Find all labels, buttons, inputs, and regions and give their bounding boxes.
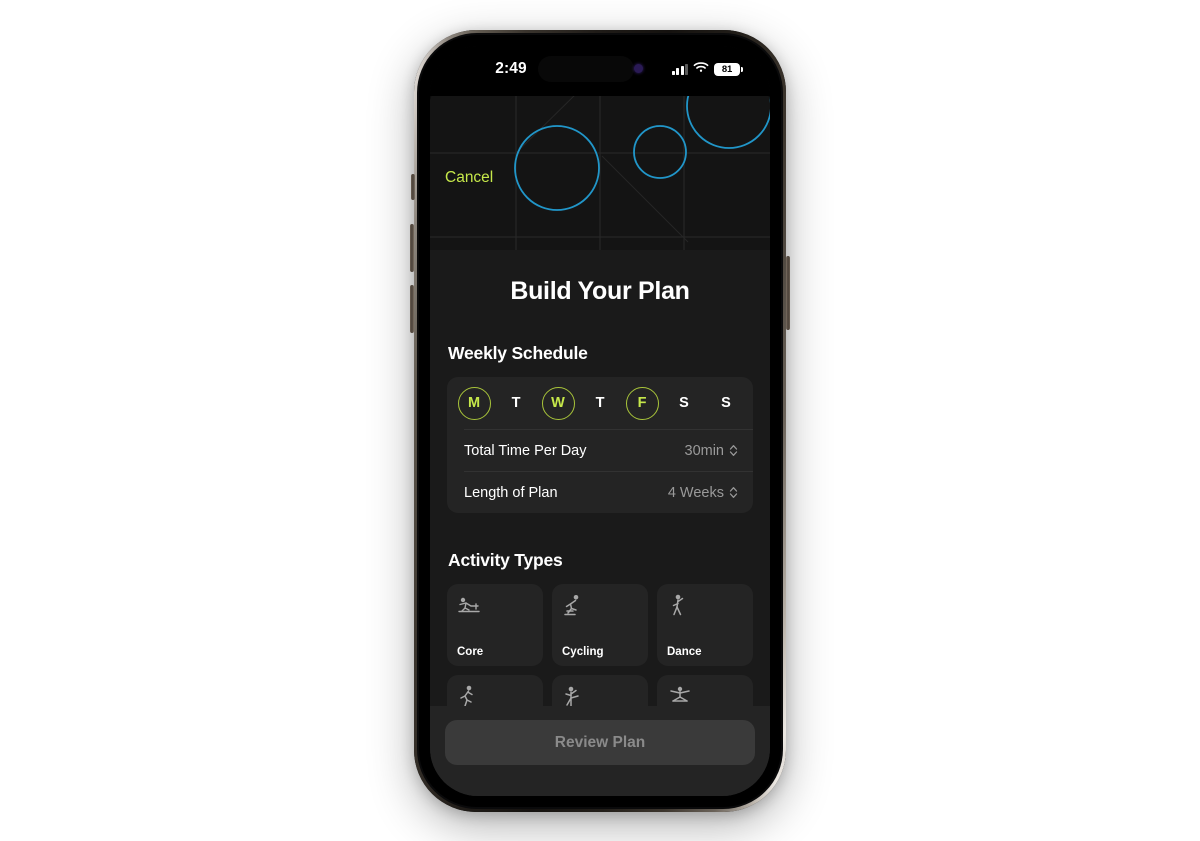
activity-card-label: Cycling bbox=[562, 646, 604, 658]
sheet-footer: Review Plan bbox=[430, 706, 770, 796]
option-value: 30min bbox=[684, 442, 725, 459]
option-row-plan-length[interactable]: Length of Plan 4 Weeks bbox=[447, 472, 753, 513]
page-title: Build Your Plan bbox=[510, 277, 690, 305]
hero-header: Cancel bbox=[430, 90, 770, 250]
cycling-icon bbox=[562, 594, 638, 620]
day-toggle-tuesday[interactable]: T bbox=[500, 387, 533, 420]
chevron-up-down-icon[interactable] bbox=[729, 486, 738, 499]
recording-indicator-icon bbox=[634, 64, 643, 73]
activity-card-dance[interactable]: Dance bbox=[657, 584, 753, 666]
activity-card-core[interactable]: Core bbox=[447, 584, 543, 666]
option-value-group[interactable]: 30min bbox=[685, 443, 739, 459]
cancel-button[interactable]: Cancel bbox=[445, 169, 493, 187]
cellular-signal-icon bbox=[672, 63, 688, 75]
day-toggle-sunday[interactable]: S bbox=[710, 387, 743, 420]
day-toggle-friday[interactable]: F bbox=[625, 386, 659, 420]
activity-card-cycling[interactable]: Cycling bbox=[552, 584, 648, 666]
battery-icon: 81 bbox=[714, 62, 743, 76]
screenshot-canvas: Cancel Build Your Plan Weekly Schedule M… bbox=[0, 0, 1200, 841]
option-value: 4 Weeks bbox=[667, 484, 724, 501]
day-selector: M T W T F S S bbox=[447, 377, 753, 429]
status-bar-clock: 2:49 bbox=[495, 60, 527, 77]
dance-icon bbox=[667, 594, 743, 620]
activity-card-label: Core bbox=[457, 646, 484, 658]
option-value-group[interactable]: 4 Weeks bbox=[668, 485, 738, 501]
core-workout-icon bbox=[457, 594, 533, 620]
option-row-total-time[interactable]: Total Time Per Day 30min bbox=[447, 430, 753, 471]
build-plan-sheet: Cancel Build Your Plan Weekly Schedule M… bbox=[430, 90, 770, 796]
schedule-card: M T W T F S S Total Time Per Day 30min L… bbox=[447, 377, 753, 513]
power-button[interactable] bbox=[786, 256, 790, 330]
phone-screen: Cancel Build Your Plan Weekly Schedule M… bbox=[430, 46, 770, 796]
wifi-icon bbox=[693, 60, 709, 78]
review-plan-button[interactable]: Review Plan bbox=[445, 720, 755, 765]
chevron-up-down-icon[interactable] bbox=[729, 444, 738, 457]
day-toggle-wednesday[interactable]: W bbox=[541, 386, 575, 420]
activity-types-heading: Activity Types bbox=[448, 550, 563, 570]
day-toggle-thursday[interactable]: T bbox=[584, 387, 617, 420]
weekly-schedule-heading: Weekly Schedule bbox=[448, 343, 588, 363]
activity-card-label: Dance bbox=[667, 646, 702, 658]
dynamic-island[interactable] bbox=[538, 56, 634, 82]
volume-down-button[interactable] bbox=[410, 285, 414, 333]
status-bar-indicators: 81 bbox=[672, 60, 743, 78]
volume-up-button[interactable] bbox=[410, 224, 414, 272]
status-bar: 2:49 81 bbox=[430, 46, 770, 96]
day-toggle-saturday[interactable]: S bbox=[668, 387, 701, 420]
silent-switch-button[interactable] bbox=[411, 174, 415, 200]
option-label: Total Time Per Day bbox=[464, 442, 587, 459]
option-label: Length of Plan bbox=[464, 484, 558, 501]
day-toggle-monday[interactable]: M bbox=[457, 386, 491, 420]
